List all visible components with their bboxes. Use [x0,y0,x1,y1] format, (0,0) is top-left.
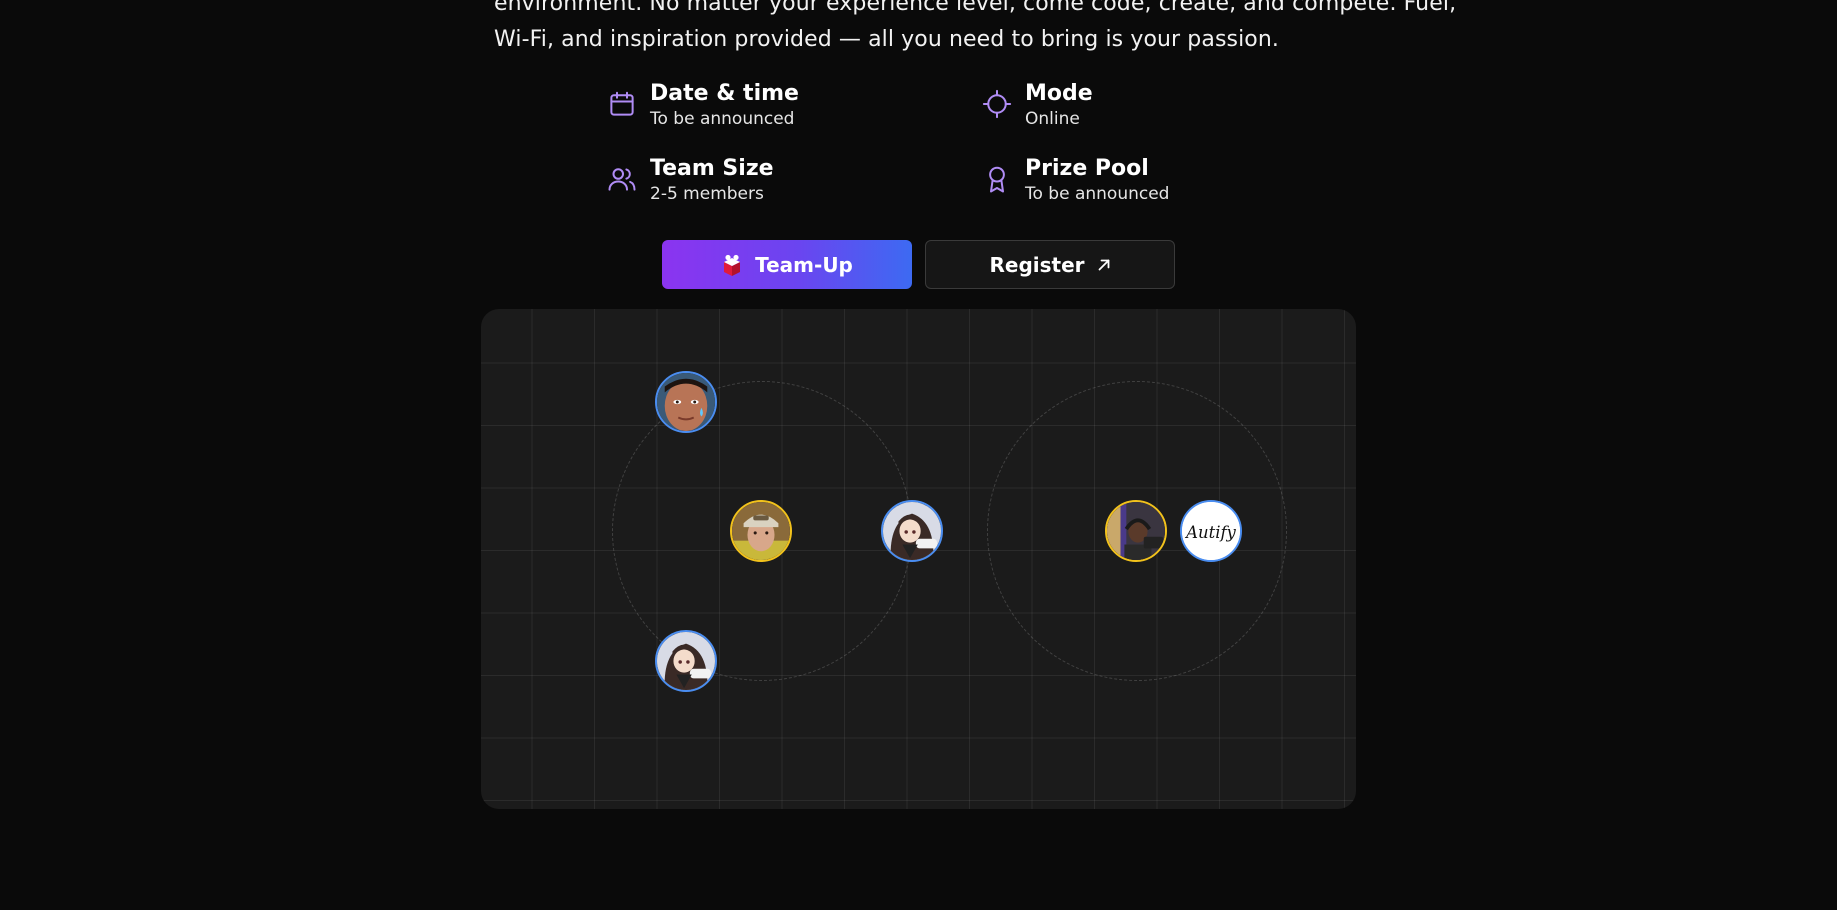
member-avatar[interactable] [881,500,943,562]
info-mode-title: Mode [1025,81,1093,106]
team-up-icon [721,253,743,277]
info-team-size: Team Size 2-5 members [606,155,774,205]
team-up-label: Team-Up [755,252,853,277]
crosshair-icon [981,88,1013,120]
info-date-title: Date & time [650,81,799,106]
info-mode-value: Online [1025,109,1080,129]
calendar-icon [606,88,638,120]
event-description: environment. No matter your experience l… [494,0,1457,58]
member-avatar[interactable] [655,371,717,433]
autify-logo-avatar[interactable]: Autify [1180,500,1242,562]
autify-logo-text: Autify [1184,523,1236,542]
description-line-1: environment. No matter your experience l… [494,0,1457,16]
description-line-2: Wi-Fi, and inspiration provided — all yo… [494,27,1279,52]
team-up-button[interactable]: Team-Up [662,240,912,289]
info-team-value: 2-5 members [650,184,764,204]
teams-visualization: Autify [481,309,1356,809]
info-date-value: To be announced [650,109,795,129]
register-button[interactable]: Register [925,240,1175,289]
arrow-up-right-icon [1097,258,1111,272]
info-mode: Mode Online [981,80,1093,130]
info-prize-title: Prize Pool [1025,156,1149,181]
page: environment. No matter your experience l… [0,0,1837,910]
award-icon [981,163,1013,195]
member-avatar[interactable] [655,630,717,692]
member-avatar[interactable] [730,500,792,562]
users-icon [606,163,638,195]
register-label: Register [989,252,1085,277]
info-prize-pool: Prize Pool To be announced [981,155,1169,205]
info-team-title: Team Size [650,156,774,181]
info-prize-value: To be announced [1025,184,1170,204]
info-date-time: Date & time To be announced [606,80,799,130]
member-avatar[interactable] [1105,500,1167,562]
